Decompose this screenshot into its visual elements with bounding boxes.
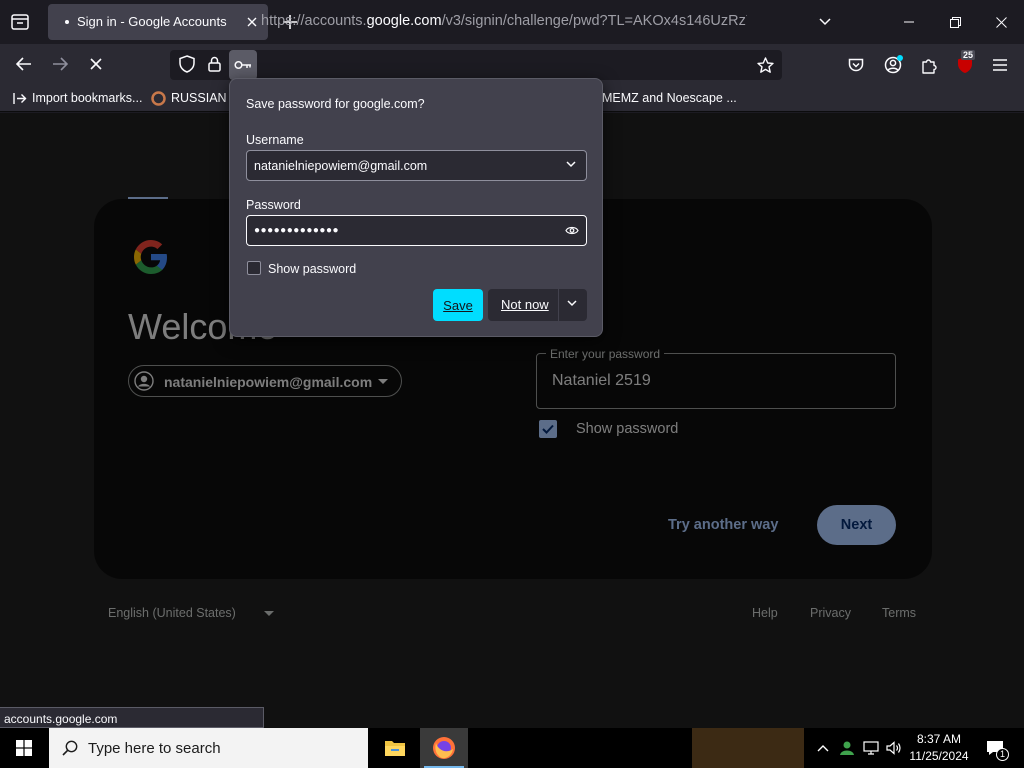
tracking-protection-icon[interactable] — [177, 54, 197, 74]
close-window-icon[interactable] — [978, 0, 1024, 44]
not-now-separator — [558, 289, 559, 321]
notification-count: 1 — [996, 748, 1009, 761]
search-placeholder: Type here to search — [88, 740, 221, 757]
password-label: Password — [246, 198, 301, 212]
ublock-origin-icon[interactable]: 25 — [953, 50, 977, 77]
forward-icon[interactable] — [48, 52, 72, 76]
ublock-badge: 25 — [961, 50, 976, 60]
notification-center-icon[interactable]: 1 — [980, 728, 1010, 768]
windows-start-icon[interactable] — [0, 728, 48, 768]
extensions-puzzle-icon[interactable] — [917, 53, 941, 77]
bookmark-memz[interactable]: MEMZ and Noescape ... — [602, 91, 737, 105]
bookmark-star-icon[interactable] — [754, 54, 776, 76]
bookmark-import[interactable]: Import bookmarks... — [32, 91, 142, 105]
chevron-down-icon[interactable] — [567, 300, 579, 310]
username-value: natanielniepowiem@gmail.com — [254, 159, 428, 173]
search-icon — [62, 740, 78, 756]
tab-google-signin[interactable]: Sign in - Google Accounts — [48, 4, 268, 40]
save-password-popup: Save password for google.com? Username n… — [229, 78, 603, 337]
password-field[interactable]: ●●●●●●●●●●●●● — [246, 215, 587, 246]
url-text[interactable]: https://accounts.google.com/v3/signin/ch… — [261, 13, 747, 29]
chevron-down-icon[interactable] — [566, 161, 578, 171]
username-label: Username — [246, 133, 304, 147]
volume-icon[interactable] — [884, 728, 904, 768]
bookmark-favicon-icon — [150, 90, 166, 106]
pocket-icon[interactable] — [845, 54, 867, 76]
firefox-view-icon[interactable] — [8, 11, 32, 33]
lock-icon[interactable] — [205, 54, 223, 74]
restore-icon[interactable] — [932, 0, 978, 44]
tab-title: Sign in - Google Accounts — [77, 14, 227, 29]
list-all-tabs-icon[interactable] — [815, 12, 835, 32]
stop-loading-icon[interactable] — [84, 52, 108, 76]
firefox-taskbar-icon[interactable] — [420, 728, 468, 768]
taskbar-clock[interactable]: 8:37 AM 11/25/2024 — [906, 731, 972, 765]
clock-time: 8:37 AM — [916, 732, 962, 746]
reveal-password-eye-icon[interactable] — [565, 225, 579, 237]
save-button[interactable]: Save — [433, 289, 483, 321]
hamburger-menu-icon[interactable] — [989, 53, 1011, 77]
url-bar[interactable] — [170, 50, 782, 80]
sync-indicator-dot — [897, 55, 903, 61]
popup-heading: Save password for google.com? — [246, 97, 425, 111]
key-icon[interactable] — [229, 50, 257, 80]
desktop-wallpaper-peek — [692, 728, 804, 768]
taskbar-search-box[interactable]: Type here to search — [49, 728, 368, 768]
bookmark-russian[interactable]: RUSSIAN T — [171, 91, 237, 105]
clock-date: 11/25/2024 — [909, 749, 969, 763]
popup-show-password-label[interactable]: Show password — [268, 262, 356, 276]
chevron-up-icon[interactable] — [812, 728, 834, 768]
popup-show-password-checkbox[interactable] — [247, 261, 261, 275]
import-icon — [12, 91, 28, 105]
people-icon[interactable] — [836, 728, 858, 768]
network-icon[interactable] — [860, 728, 882, 768]
account-icon[interactable] — [881, 53, 905, 77]
not-now-label: Not now — [501, 297, 549, 312]
status-link-preview: accounts.google.com — [0, 707, 264, 728]
username-field[interactable]: natanielniepowiem@gmail.com — [246, 150, 587, 181]
file-explorer-icon[interactable] — [372, 728, 418, 768]
password-masked-value: ●●●●●●●●●●●●● — [254, 225, 340, 236]
minimize-icon[interactable] — [886, 0, 932, 44]
tab-loading-dot — [65, 20, 69, 24]
windows-taskbar: Type here to search 8:37 AM 11/25/2024 1 — [0, 728, 1024, 768]
close-tab-icon[interactable] — [244, 14, 260, 30]
back-icon[interactable] — [12, 52, 36, 76]
not-now-button[interactable]: Not now — [488, 289, 587, 321]
